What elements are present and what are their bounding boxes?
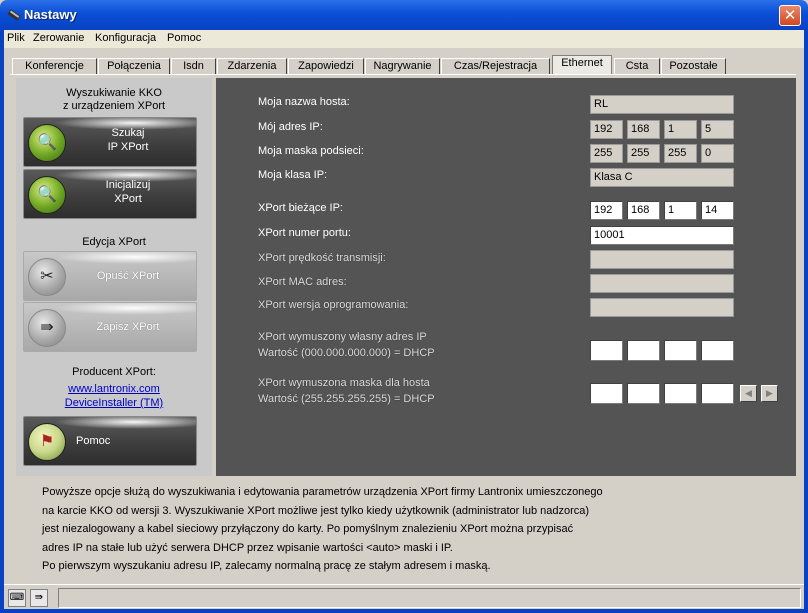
forced-mask-octet-1[interactable] [590,383,623,404]
forced-ip-octet-2[interactable] [627,340,660,361]
forced-mask-octet-2[interactable] [627,383,660,404]
tab-konferencje[interactable]: Konferencje [12,58,97,75]
host-label: Moja nazwa hosta: [258,96,350,108]
deviceinstaller-link[interactable]: DeviceInstaller (TM) [16,397,212,409]
init-xport-button[interactable]: 🔍 Inicjalizuj XPort [23,169,197,219]
lantronix-link[interactable]: www.lantronix.com [16,383,212,395]
close-button[interactable]: ✕ [779,5,801,26]
tab-divider [10,74,796,75]
forced-mask-label-1: XPort wymuszona maska dla hosta [258,377,430,389]
ip-octet-1: 192 [590,120,623,139]
mask-label: Moja maska podsieci: [258,145,364,157]
tab-pozostale[interactable]: Pozostałe [661,58,726,75]
description-line: na karcie KKO od wersji 3. Wyszukiwanie … [42,504,590,517]
magnifier-icon: 🔍 [28,124,66,162]
tab-zapowiedzi[interactable]: Zapowiedzi [288,58,364,75]
port-field[interactable]: 10001 [590,226,734,245]
help-description: Powyższe opcje służą do wyszukiwania i e… [42,483,782,576]
mask-octet-3: 255 [664,144,697,163]
xport-ip-label: XPort bieżące IP: [258,202,343,214]
help-button[interactable]: ⚑ Pomoc [23,416,197,466]
leave-xport-label: Opuść XPort [96,270,160,282]
help-label: Pomoc [76,435,111,447]
xport-settings-panel: Moja nazwa hosta: RL Mój adres IP: 192 1… [216,78,796,476]
forced-ip-octet-4[interactable] [701,340,734,361]
ip-class-field: Klasa C [590,168,734,187]
ip-class-label: Moja klasa IP: [258,169,328,181]
mask-octet-2: 255 [627,144,660,163]
status-bar: ⌨ ⇛ [4,584,804,609]
spin-right-icon[interactable]: ▶ [761,385,778,402]
tab-czas-rejestracja[interactable]: Czas/Rejestracja [441,58,550,75]
xport-ip-octet-4[interactable]: 14 [701,201,734,220]
tab-csta[interactable]: Csta [614,58,660,75]
firmware-label: XPort wersja oprogramowania: [258,299,409,311]
save-xport-button[interactable]: ⇛ Zapisz XPort [23,302,197,352]
forced-mask-label-2: Wartość (255.255.255.255) = DHCP [258,393,435,405]
mac-label: XPort MAC adres: [258,276,347,288]
ip-octet-2: 168 [627,120,660,139]
forced-ip-octet-1[interactable] [590,340,623,361]
mac-field [590,274,734,293]
init-xport-label-1: Inicjalizuj [105,179,151,191]
search-xport-label-1: Szukaj [111,127,145,139]
tab-zdarzenia[interactable]: Zdarzenia [217,58,287,75]
menu-bar: Plik Zerowanie Konfiguracja Pomoc [4,30,804,48]
description-line: Po pierwszym wyszukaniu adresu IP, zalec… [42,560,491,572]
host-field: RL [590,95,734,114]
ip-octet-3: 1 [664,120,697,139]
keyboard-icon[interactable]: ⌨ [8,589,26,607]
status-panel [58,588,801,608]
menu-zerowanie[interactable]: Zerowanie [33,32,84,44]
xport-ip-octet-1[interactable]: 192 [590,201,623,220]
save-icon: ⇛ [28,309,66,347]
help-icon: ⚑ [28,423,66,461]
search-heading-line1: Wyszukiwanie KKO [66,87,162,99]
tools-icon: ✂ [28,258,66,296]
forced-mask-octet-4[interactable] [701,383,734,404]
firmware-field [590,298,734,317]
speed-label: XPort prędkość transmisji: [258,252,386,264]
menu-konfiguracja[interactable]: Konfiguracja [95,32,156,44]
speed-field [590,250,734,269]
search-heading-line2: z urządzeniem XPort [62,100,166,112]
save-xport-label: Zapisz XPort [96,321,160,333]
mask-octet-1: 255 [590,144,623,163]
menu-plik[interactable]: Plik [7,32,25,44]
forced-mask-octet-3[interactable] [664,383,697,404]
tab-strip: Konferencje Połączenia Isdn Zdarzenia Za… [4,48,804,76]
forced-ip-label-2: Wartość (000.000.000.000) = DHCP [258,347,435,359]
xport-actions-panel: Wyszukiwanie KKO z urządzeniem XPort 🔍 S… [16,78,212,476]
tab-ethernet[interactable]: Ethernet [552,55,612,75]
tab-polaczenia[interactable]: Połączenia [98,58,170,75]
menu-pomoc[interactable]: Pomoc [167,32,201,44]
description-line: Powyższe opcje służą do wyszukiwania i e… [42,486,603,498]
search-xport-label-2: IP XPort [107,141,149,153]
ip-label: Mój adres IP: [258,121,323,133]
magnifier-icon: 🔍 [28,176,66,214]
app-icon [6,7,22,23]
forced-ip-label-1: XPort wymuszony własny adres IP [258,331,427,343]
window-title: Nastawy [24,7,77,22]
mask-octet-4: 0 [701,144,734,163]
forced-ip-octet-3[interactable] [664,340,697,361]
port-label: XPort numer portu: [258,227,351,239]
leave-xport-button[interactable]: ✂ Opuść XPort [23,251,197,301]
export-icon[interactable]: ⇛ [30,589,48,607]
search-xport-button[interactable]: 🔍 Szukaj IP XPort [23,117,197,167]
spin-left-icon[interactable]: ◀ [740,385,757,402]
producer-heading: Producent XPort: [72,366,156,378]
ip-octet-4: 5 [701,120,734,139]
tab-isdn[interactable]: Isdn [171,58,216,75]
title-bar[interactable] [0,0,808,30]
xport-ip-octet-3[interactable]: 1 [664,201,697,220]
description-line: jest niezalogowany a kabel sieciowy przy… [42,523,574,535]
tab-nagrywanie[interactable]: Nagrywanie [365,58,440,75]
edit-heading: Edycja XPort [82,236,146,248]
description-line: adres IP na stałe lub użyć serwera DHCP … [42,541,453,554]
init-xport-label-2: XPort [114,193,142,205]
xport-ip-octet-2[interactable]: 168 [627,201,660,220]
